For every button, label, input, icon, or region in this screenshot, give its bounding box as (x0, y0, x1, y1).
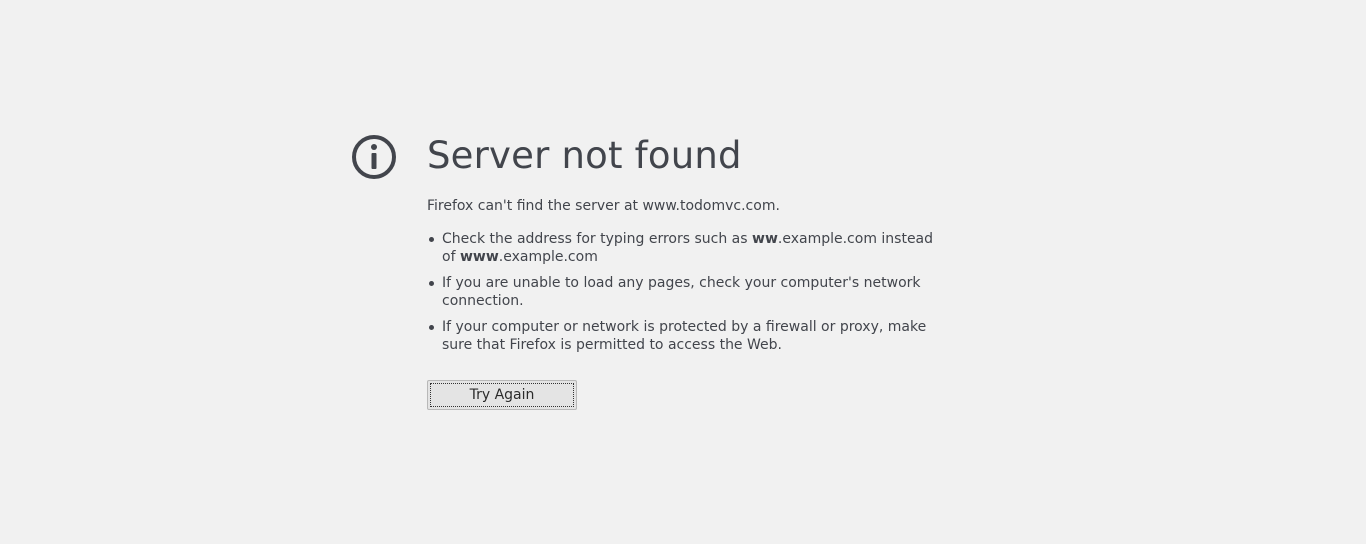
error-page-container: Server not found Firefox can't find the … (351, 128, 951, 410)
try-again-button[interactable]: Try Again (427, 380, 577, 410)
info-icon (352, 135, 396, 179)
bold-example-www: www (459, 249, 499, 265)
bold-example-ww: ww (752, 231, 778, 247)
tip-item-address: Check the address for typing errors such… (427, 230, 937, 266)
page-title: Server not found (427, 134, 742, 177)
tip-item-network: If you are unable to load any pages, che… (427, 274, 937, 310)
tip-item-firewall: If your computer or network is protected… (427, 318, 937, 354)
try-again-label: Try Again (430, 383, 574, 407)
error-intro: Firefox can't find the server at www.tod… (427, 198, 780, 214)
tips-list: Check the address for typing errors such… (427, 230, 937, 354)
error-content: Server not found Firefox can't find the … (427, 128, 951, 410)
